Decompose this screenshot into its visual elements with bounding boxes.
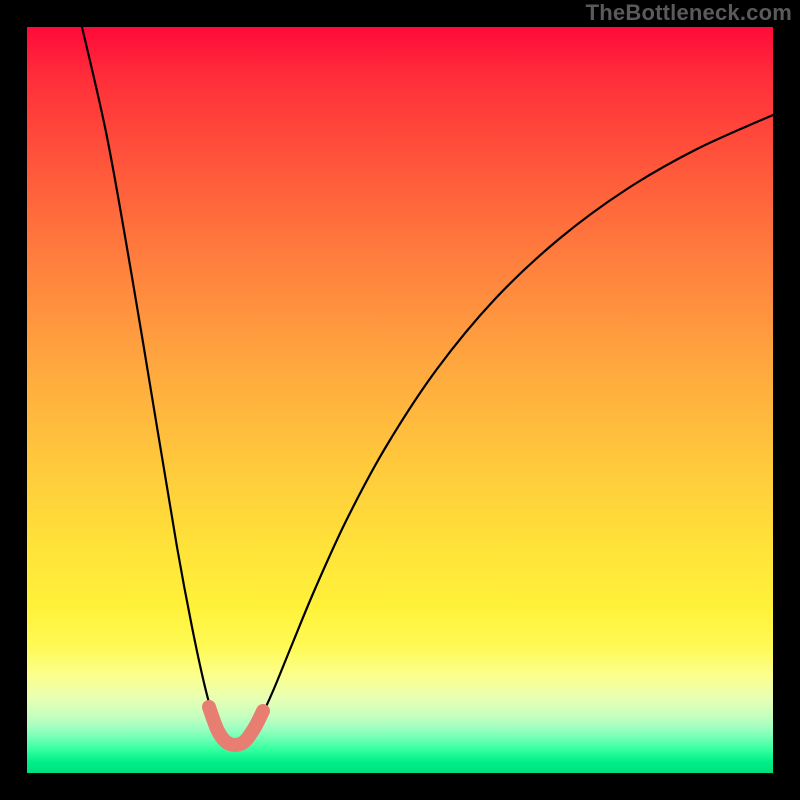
chart-svg xyxy=(27,27,773,773)
watermark-text: TheBottleneck.com xyxy=(586,0,792,26)
bottleneck-curve-line xyxy=(82,27,773,746)
optimal-zone-marker xyxy=(209,707,263,745)
chart-plot-area xyxy=(27,27,773,773)
